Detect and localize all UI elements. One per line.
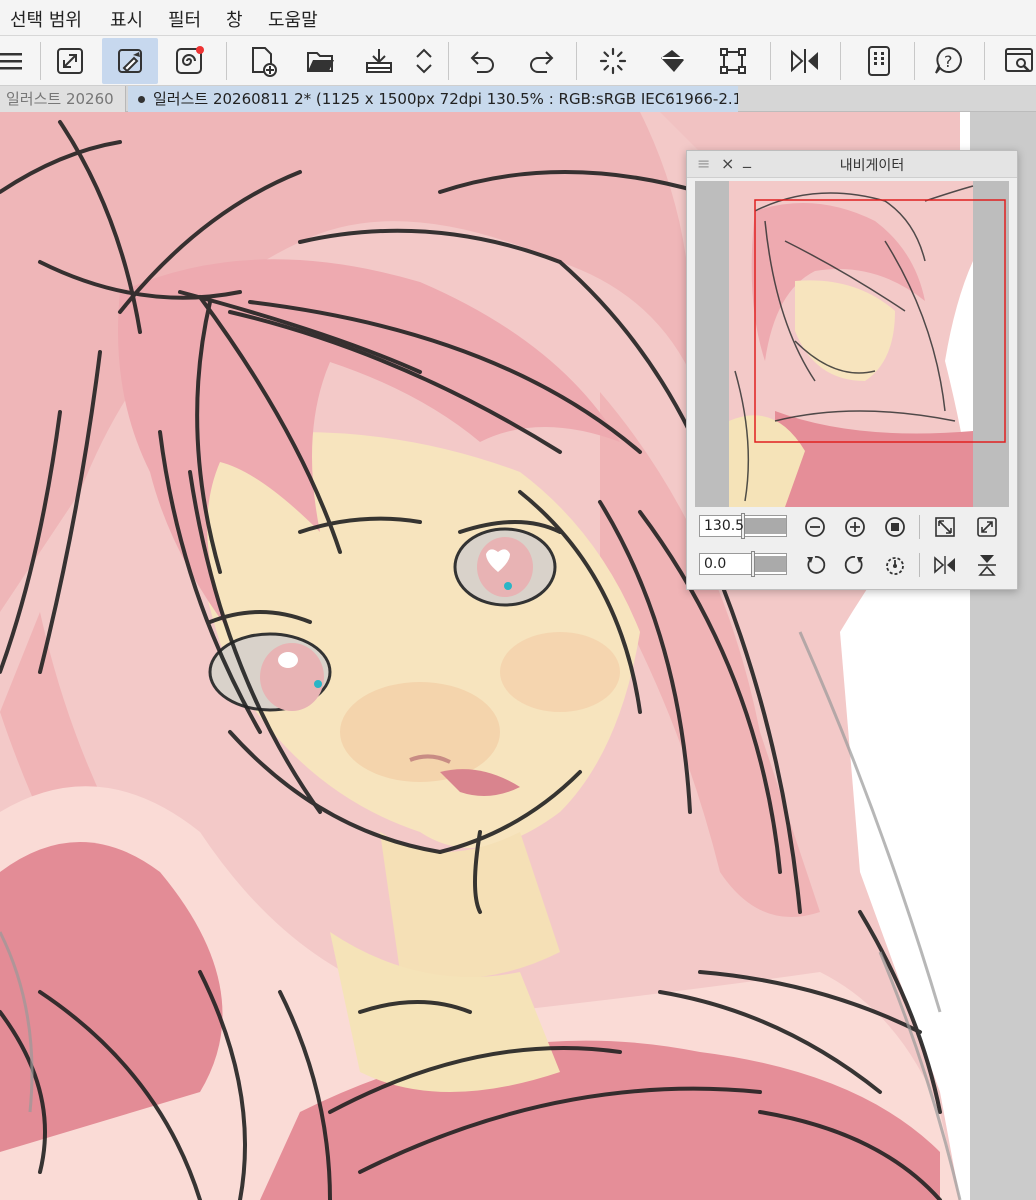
device-icon[interactable] [856,38,902,84]
svg-text:?: ? [944,52,953,71]
zoom-in-icon[interactable] [841,513,869,541]
hamburger-menu-icon[interactable] [0,38,34,84]
menu-help[interactable]: 도움말 [268,6,318,32]
transform-icon[interactable] [710,38,756,84]
actual-size-icon[interactable] [881,513,909,541]
rotation-slider[interactable]: 0.0 [699,551,787,577]
rotation-slider-thumb[interactable] [751,551,755,577]
zoom-out-icon[interactable] [801,513,829,541]
rotate-left-icon[interactable] [801,551,829,579]
redo-icon[interactable] [518,38,564,84]
open-folder-icon[interactable] [298,38,344,84]
rotation-slider-fill [753,556,786,572]
fit-screen-icon[interactable] [47,38,93,84]
flip-horizontal-icon[interactable] [782,38,828,84]
fill-bucket-icon[interactable] [650,38,696,84]
toolbar: ? [0,36,1036,86]
updown-chevron-icon[interactable] [404,38,444,84]
navigator-panel: ≡ × _ 내비게이터 130.5 0.0 [686,149,1018,590]
menu-filter[interactable]: 필터 [168,6,201,32]
flip-horizontal-nav-icon[interactable] [931,551,959,579]
zoom-value[interactable]: 130.5 [704,518,744,534]
zoom-slider[interactable]: 130.5 [699,513,787,539]
zoom-row: 130.5 [695,511,1009,543]
tab-document-previous[interactable]: 일러스트 20260 [0,86,126,112]
rotation-value[interactable]: 0.0 [704,556,726,572]
loading-spinner-icon[interactable] [590,38,636,84]
navigator-title: 내비게이터 [839,158,905,174]
tab-document-active[interactable]: 일러스트 20260811 2* (1125 x 1500px 72dpi 13… [128,86,738,112]
menu-window[interactable]: 창 [226,6,243,32]
menu-bar: 선택 범위 표시 필터 창 도움말 [0,0,1036,36]
rotation-row: 0.0 [695,549,1009,581]
new-file-icon[interactable] [240,38,286,84]
fit-to-window-icon[interactable] [931,513,959,541]
document-tab-bar: 일러스트 20260 일러스트 20260811 2* (1125 x 1500… [0,86,1036,112]
zoom-slider-fill [743,518,786,534]
tab-document-label: 일러스트 20260811 2* (1125 x 1500px 72dpi 13… [153,90,738,108]
fit-canvas-icon[interactable] [973,513,1001,541]
settings-icon[interactable] [996,38,1036,84]
undo-icon[interactable] [460,38,506,84]
eyedropper-icon[interactable] [102,38,158,84]
reset-rotation-icon[interactable] [881,551,909,579]
modified-dot-icon [138,96,145,103]
rotate-right-icon[interactable] [841,551,869,579]
menu-view[interactable]: 표시 [110,6,143,32]
save-icon[interactable] [356,38,402,84]
navigator-preview[interactable] [695,181,1009,507]
spiral-icon[interactable] [166,38,212,84]
help-icon[interactable]: ? [926,38,972,84]
navigator-title-bar[interactable]: ≡ × _ 내비게이터 [687,149,1017,178]
flip-vertical-nav-icon[interactable] [973,551,1001,579]
menu-selection[interactable]: 선택 범위 [10,6,82,32]
